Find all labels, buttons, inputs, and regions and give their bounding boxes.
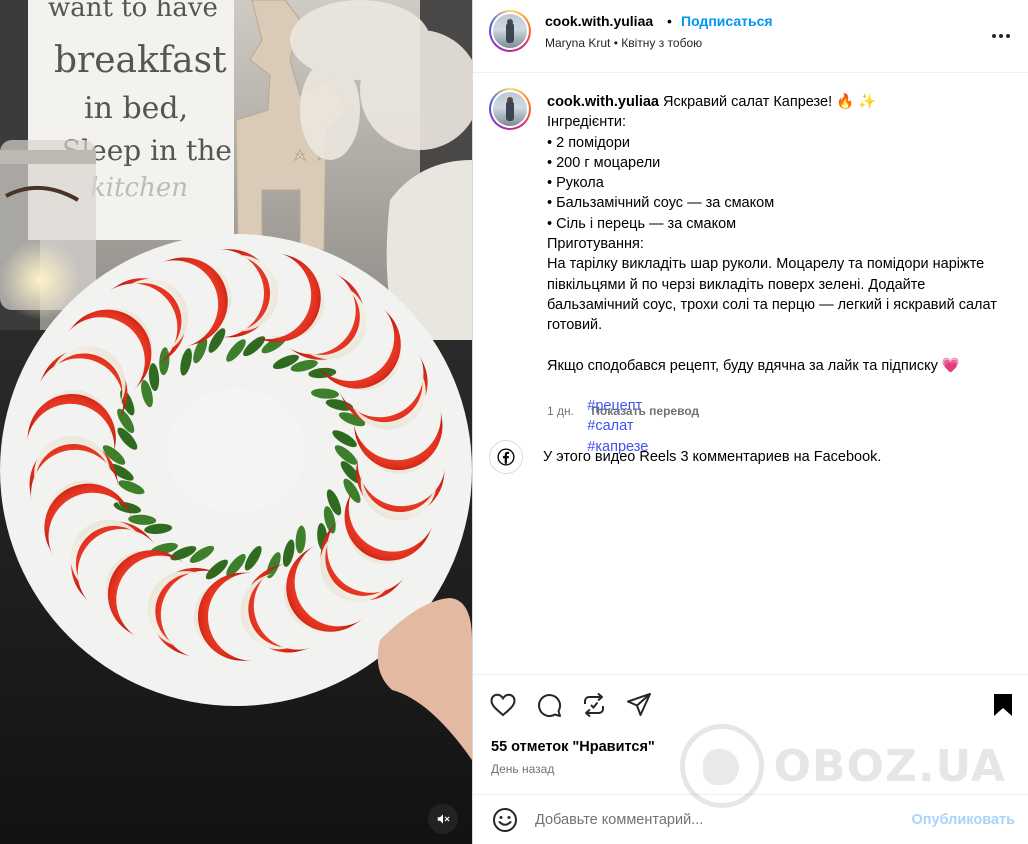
svg-text:kitchen: kitchen <box>90 173 188 203</box>
instagram-post: want to have breakfast in bed, Sleep in … <box>0 0 1028 844</box>
facebook-comments-text: У этого видео Reels 3 комментариев на Fa… <box>543 449 882 465</box>
save-icon <box>994 694 1012 716</box>
hashtag-link[interactable]: #салат <box>587 418 633 434</box>
follow-button[interactable]: Подписаться <box>681 13 773 29</box>
audio-attribution[interactable]: Maryna Krut • Квітну з тобою <box>545 36 702 50</box>
comment-icon <box>538 694 562 718</box>
svg-text:want to have: want to have <box>48 0 218 23</box>
more-options-icon <box>992 34 1010 38</box>
save-button[interactable] <box>989 691 1017 719</box>
comment-bar: Опубликовать <box>473 794 1028 844</box>
heart-icon <box>490 693 516 717</box>
caption-text: cook.with.yuliaa Яскравий салат Капрезе!… <box>547 92 1013 477</box>
caption-line: Приготування: <box>547 236 644 253</box>
caprese-salad-photo: want to have breakfast in bed, Sleep in … <box>0 0 472 844</box>
repost-icon <box>584 692 604 718</box>
heart-emoji: 💗 <box>941 357 960 374</box>
plate-center <box>166 388 306 512</box>
facebook-comments-note[interactable]: У этого видео Reels 3 комментариев на Fa… <box>489 440 881 474</box>
posted-time[interactable]: День назад <box>491 762 554 776</box>
post-side-panel: cook.with.yuliaa • Подписаться Maryna Kr… <box>472 0 1028 844</box>
caption-closing-line: Якщо сподобався рецепт, буду вдячна за л… <box>547 357 938 374</box>
mute-button[interactable] <box>428 804 458 834</box>
caption-first-line: Яскравий салат Капрезе! 🔥 ✨ <box>663 94 877 110</box>
caption-line: • Сіль і перець — за смаком <box>547 215 737 232</box>
likes-count[interactable]: 55 отметок "Нравится" <box>491 739 655 755</box>
caption-author-avatar[interactable] <box>489 88 531 130</box>
author-avatar[interactable] <box>489 10 531 52</box>
comment-button[interactable] <box>535 691 563 719</box>
share-icon <box>627 693 651 716</box>
author-username[interactable]: cook.with.yuliaa <box>545 13 653 29</box>
svg-text:in bed,: in bed, <box>84 91 188 126</box>
caption-line: На тарілку викладіть шар руколи. Моцарел… <box>547 256 1001 334</box>
more-options-button[interactable] <box>989 24 1013 48</box>
translate-button[interactable]: Показать перевод <box>591 404 699 418</box>
publish-button[interactable]: Опубликовать <box>911 812 1015 828</box>
speaker-muted-icon <box>437 814 450 824</box>
caption-section: cook.with.yuliaa Яскравий салат Капрезе!… <box>473 74 1028 674</box>
like-button[interactable] <box>489 691 517 719</box>
post-header: cook.with.yuliaa • Подписаться Maryna Kr… <box>473 0 1028 73</box>
comment-input[interactable] <box>535 811 895 828</box>
caption-username[interactable]: cook.with.yuliaa <box>547 94 659 110</box>
caption-line: • 200 г моцарели <box>547 154 661 171</box>
caption-meta: 1 дн. Показать перевод <box>547 404 699 418</box>
share-button[interactable] <box>625 691 653 719</box>
post-time[interactable]: 1 дн. <box>547 404 574 418</box>
caption-line: • Рукола <box>547 175 604 192</box>
emoji-icon <box>493 807 517 832</box>
caption-line: • Бальзамічний соус — за смаком <box>547 195 775 212</box>
emoji-button[interactable] <box>491 806 519 834</box>
caption-line: • 2 помідори <box>547 134 630 151</box>
caption-line: Інгредієнти: <box>547 114 626 131</box>
facebook-icon <box>489 440 523 474</box>
repost-button[interactable] <box>580 691 608 719</box>
post-actions: 55 отметок "Нравится" День назад <box>473 674 1028 794</box>
header-separator: • <box>667 13 672 29</box>
post-media-video[interactable]: want to have breakfast in bed, Sleep in … <box>0 0 472 844</box>
svg-text:breakfast: breakfast <box>54 40 227 81</box>
